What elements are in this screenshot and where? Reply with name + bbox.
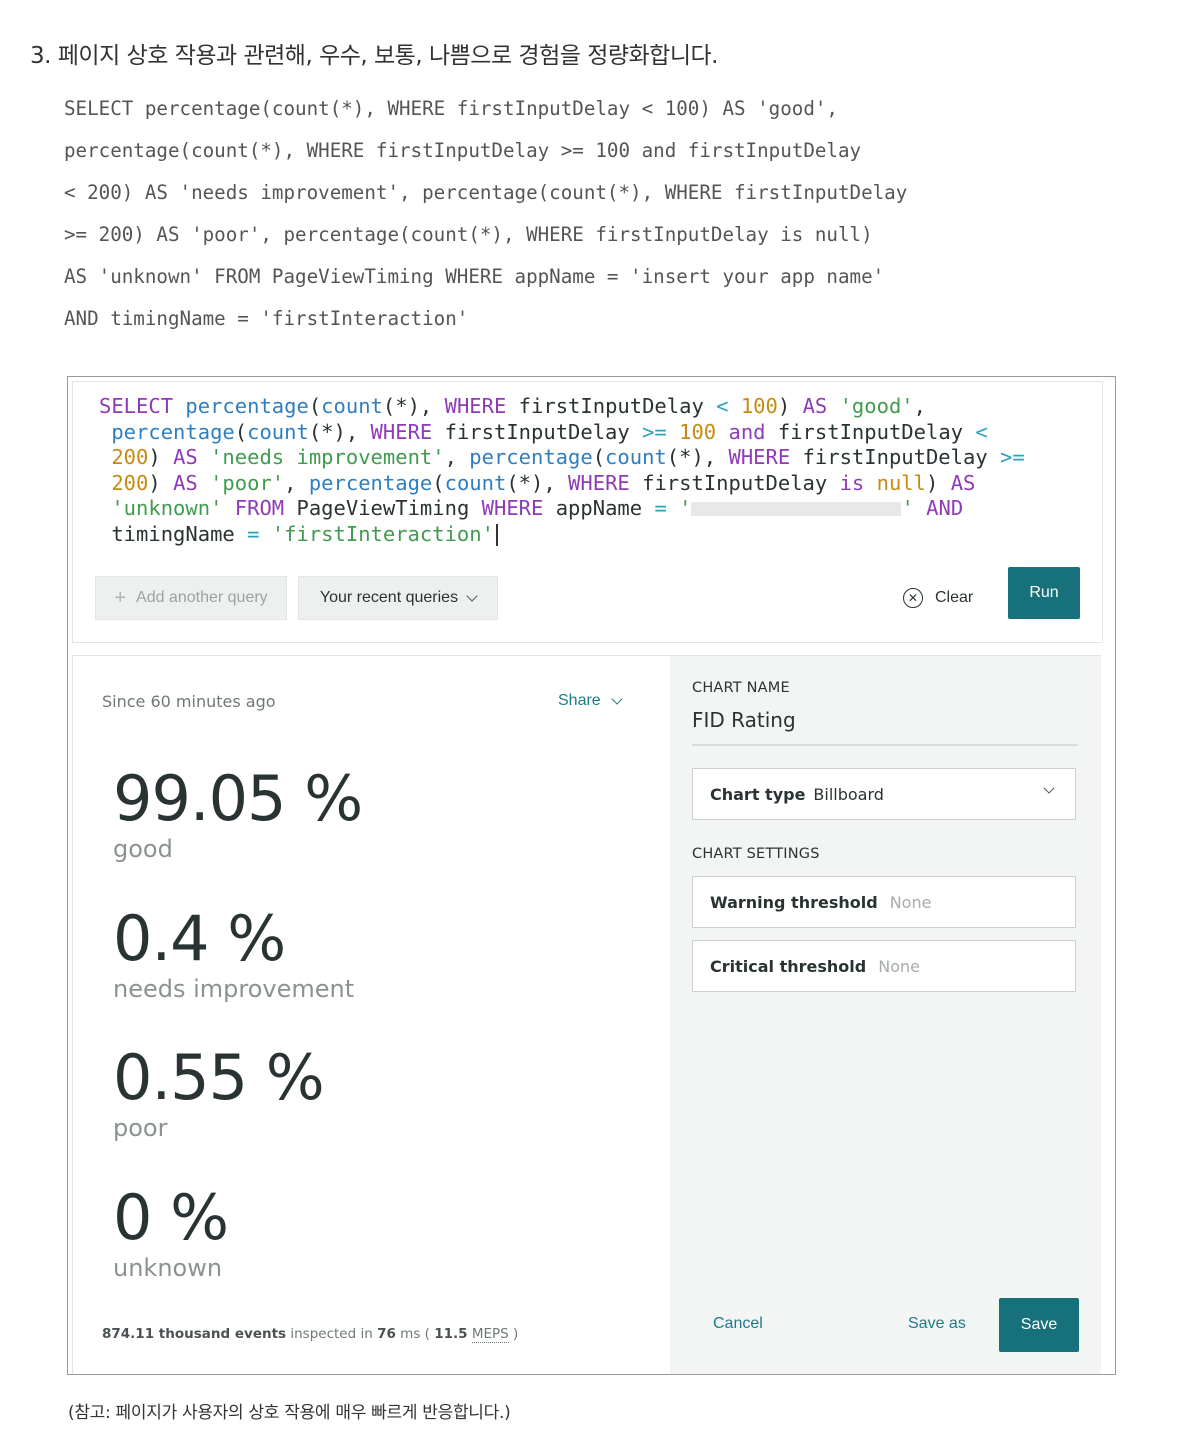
code-snippet: SELECT percentage(count(*), WHERE firstI… — [64, 88, 1134, 340]
code-line: percentage(count(*), WHERE firstInputDel… — [64, 139, 862, 162]
warning-threshold-field[interactable]: Warning threshold None — [692, 876, 1076, 928]
recent-queries-label: Your recent queries — [319, 589, 459, 606]
code-line: < 200) AS 'needs improvement', percentag… — [64, 181, 908, 204]
chart-name-label: CHART NAME — [692, 680, 790, 696]
chevron-down-icon — [611, 692, 623, 705]
chart-type-select[interactable]: Chart type Billboard — [692, 768, 1076, 820]
metric-good: 99.05 % good — [113, 762, 363, 864]
critical-threshold-value: None — [878, 956, 920, 976]
metric-unknown: 0 % unknown — [113, 1181, 229, 1283]
metric-label: unknown — [113, 1254, 223, 1282]
time-range-label: Since 60 minutes ago — [102, 692, 276, 711]
metric-label: needs improvement — [113, 975, 355, 1003]
critical-threshold-label: Critical threshold — [710, 956, 867, 976]
step-text: 페이지 상호 작용과 관련해, 우수, 보통, 나쁨으로 경험을 정량화합니다. — [57, 43, 719, 69]
metric-value: 0.4 % — [113, 902, 286, 975]
warning-threshold-label: Warning threshold — [710, 892, 878, 912]
share-label: Share — [558, 692, 601, 709]
metric-label: good — [113, 835, 173, 863]
warning-threshold-value: None — [889, 892, 932, 912]
critical-threshold-field[interactable]: Critical threshold None — [692, 940, 1076, 992]
code-line: >= 200) AS 'poor', percentage(count(*), … — [64, 223, 873, 246]
add-another-query-button[interactable]: + Add another query — [95, 576, 287, 620]
chart-type-label: Chart type — [710, 784, 806, 804]
meps-abbr: MEPS — [471, 1326, 509, 1343]
chevron-down-icon — [1043, 782, 1055, 794]
share-dropdown[interactable]: Share — [558, 692, 623, 710]
chart-name-input[interactable]: FID Rating — [692, 708, 1078, 746]
plus-icon: + — [114, 587, 127, 609]
chart-settings-panel: CHART NAME FID Rating Chart type Billboa… — [670, 655, 1101, 1374]
run-button[interactable]: Run — [1008, 567, 1080, 619]
step-number: 3. — [30, 43, 51, 69]
metric-poor: 0.55 % poor — [113, 1041, 325, 1143]
clear-label: Clear — [935, 589, 974, 606]
cancel-button[interactable]: Cancel — [713, 1315, 763, 1333]
chart-type-value: Billboard — [813, 784, 884, 804]
screenshot-frame: SELECT percentage(count(*), WHERE firstI… — [67, 376, 1116, 1375]
save-as-button[interactable]: Save as — [908, 1315, 966, 1333]
metric-value: 99.05 % — [113, 762, 363, 835]
save-button[interactable]: Save — [999, 1298, 1079, 1352]
results-panel: Since 60 minutes ago Share 99.05 % good … — [72, 655, 671, 1374]
metric-value: 0 % — [113, 1181, 229, 1254]
query-stats: 874.11 thousand events inspected in 76 m… — [102, 1326, 519, 1343]
clear-button[interactable]: ✕ Clear — [903, 582, 973, 614]
note-text: (참고: 페이지가 사용자의 상호 작용에 매우 빠르게 반응합니다.) — [68, 1403, 511, 1423]
close-circle-icon: ✕ — [903, 588, 923, 608]
code-line: AS 'unknown' FROM PageViewTiming WHERE a… — [64, 265, 885, 288]
step-heading: 3. 페이지 상호 작용과 관련해, 우수, 보통, 나쁨으로 경험을 정량화합… — [30, 36, 718, 70]
chart-settings-label: CHART SETTINGS — [692, 846, 820, 862]
chevron-down-icon — [466, 589, 478, 602]
code-line: AND timingName = 'firstInteraction' — [64, 307, 469, 330]
query-editor-panel: SELECT percentage(count(*), WHERE firstI… — [72, 381, 1103, 643]
code-line: SELECT percentage(count(*), WHERE firstI… — [64, 97, 838, 120]
metric-needs-improvement: 0.4 % needs improvement — [113, 904, 354, 1004]
metric-label: poor — [113, 1114, 168, 1142]
redacted-app-name — [691, 502, 902, 517]
metric-value: 0.55 % — [113, 1041, 325, 1114]
add-another-query-label: Add another query — [136, 589, 268, 606]
query-editor[interactable]: SELECT percentage(count(*), WHERE firstI… — [99, 394, 1025, 548]
text-cursor — [495, 523, 498, 546]
recent-queries-dropdown[interactable]: Your recent queries — [298, 576, 498, 620]
